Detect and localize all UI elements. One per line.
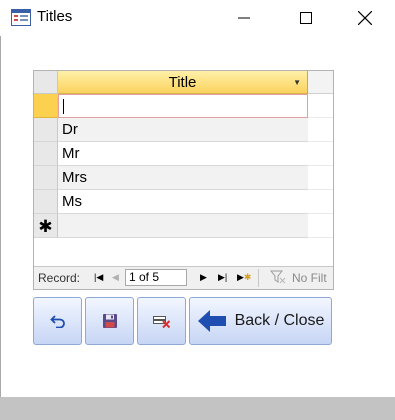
- row-filler: [308, 214, 333, 238]
- delete-record-icon: [152, 316, 170, 328]
- nav-divider: [258, 269, 259, 287]
- maximize-icon: [300, 12, 312, 24]
- chevron-down-icon[interactable]: ▼: [293, 71, 301, 94]
- column-header-title[interactable]: Title ▼: [58, 71, 308, 94]
- window-bottom-edge: [0, 397, 395, 420]
- new-record-cell[interactable]: [58, 214, 308, 238]
- table-row[interactable]: Ms: [34, 190, 308, 214]
- row-selector[interactable]: [34, 94, 58, 118]
- filter-status[interactable]: No Filt: [292, 271, 327, 285]
- close-button[interactable]: [342, 0, 388, 36]
- title-cell[interactable]: Dr: [58, 118, 308, 142]
- row-filler: [308, 190, 333, 214]
- title-cell[interactable]: Ms: [58, 190, 308, 214]
- new-record-row[interactable]: ✱: [34, 214, 308, 238]
- save-icon: [102, 314, 117, 328]
- back-close-label: Back / Close: [234, 312, 325, 329]
- table-row[interactable]: Mrs: [34, 166, 308, 190]
- select-all-corner[interactable]: [34, 71, 58, 94]
- titles-window: Titles Title ▼ Dr Mr Mrs Ms ✱ Record: |◀…: [0, 0, 395, 420]
- column-header-label: Title: [168, 74, 197, 91]
- filter-icon[interactable]: [270, 270, 286, 284]
- title-cell[interactable]: Mr: [58, 142, 308, 166]
- titles-datasheet: Title ▼ Dr Mr Mrs Ms ✱ Record: |◀ ◀ 1 of…: [33, 70, 334, 290]
- table-row[interactable]: [34, 94, 308, 118]
- row-selector[interactable]: [34, 166, 58, 190]
- new-record-icon[interactable]: ▶✱: [237, 270, 251, 284]
- row-selector[interactable]: [34, 142, 58, 166]
- row-filler: [308, 118, 333, 142]
- record-navigation-bar: Record: |◀ ◀ 1 of 5 ▶ ▶| ▶✱ No Filt: [34, 266, 333, 289]
- previous-record-icon[interactable]: ◀: [112, 270, 119, 284]
- close-icon: [358, 11, 372, 25]
- first-record-icon[interactable]: |◀: [94, 270, 103, 284]
- next-record-icon[interactable]: ▶: [200, 270, 207, 284]
- header-filler: [308, 71, 333, 94]
- back-close-button[interactable]: Back / Close: [189, 297, 332, 345]
- back-arrow-icon: [197, 310, 226, 332]
- window-border: [0, 0, 1, 420]
- table-row[interactable]: Mr: [34, 142, 308, 166]
- row-filler: [308, 94, 333, 118]
- save-button[interactable]: [85, 297, 134, 345]
- title-cell[interactable]: Mrs: [58, 166, 308, 190]
- row-filler: [308, 166, 333, 190]
- new-record-selector[interactable]: ✱: [34, 214, 58, 238]
- undo-button[interactable]: [33, 297, 82, 345]
- window-title: Titles: [37, 8, 73, 25]
- row-selector[interactable]: [34, 190, 58, 214]
- minimize-icon: [238, 17, 250, 19]
- last-record-icon[interactable]: ▶|: [218, 270, 227, 284]
- row-filler: [308, 142, 333, 166]
- record-label: Record:: [38, 271, 81, 285]
- maximize-button[interactable]: [283, 0, 329, 36]
- record-number-input[interactable]: 1 of 5: [125, 269, 187, 286]
- grid-header: Title ▼: [34, 71, 333, 94]
- row-selector[interactable]: [34, 118, 58, 142]
- form-icon: [11, 9, 31, 26]
- title-cell-input[interactable]: [58, 94, 308, 118]
- text-caret: [63, 99, 64, 114]
- delete-button[interactable]: [137, 297, 186, 345]
- undo-icon: [49, 315, 65, 328]
- minimize-button[interactable]: [221, 0, 267, 36]
- title-bar[interactable]: Titles: [0, 0, 395, 36]
- table-row[interactable]: Dr: [34, 118, 308, 142]
